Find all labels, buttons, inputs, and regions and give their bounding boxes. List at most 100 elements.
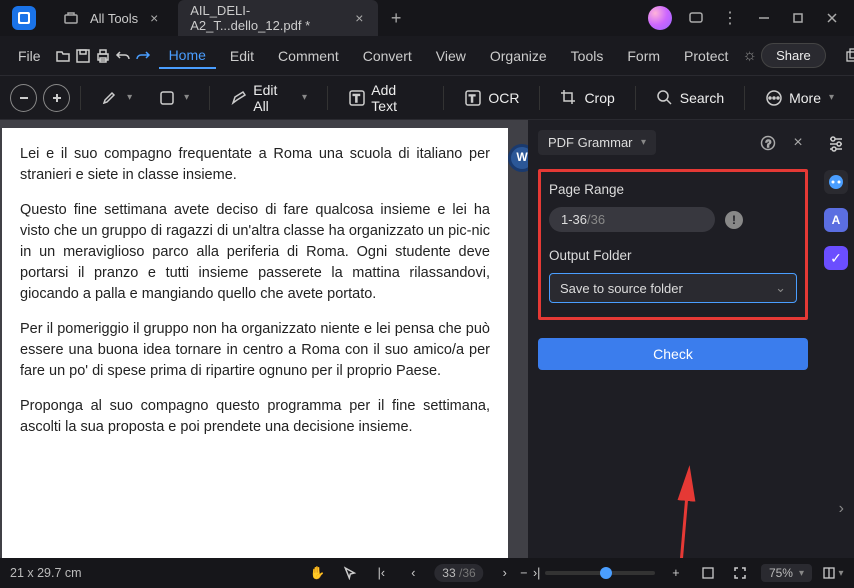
output-folder-select[interactable]: Save to source folder ⌄ — [549, 273, 797, 303]
tab-document[interactable]: AIL_DELI-A2_T...dello_12.pdf * × — [178, 0, 378, 36]
ocr-label: OCR — [488, 90, 519, 106]
menu-comment[interactable]: Comment — [268, 44, 349, 68]
collapse-panel-icon[interactable]: › — [839, 500, 844, 518]
panel-title: PDF Grammar Che — [548, 135, 635, 150]
page-number-input[interactable]: 33 /36 — [434, 564, 483, 582]
highlighted-settings: Page Range 1-36/36 ! Output Folder Save … — [538, 169, 808, 320]
statusbar: 21 x 29.7 cm ✋ |‹ ‹ 33 /36 › ›| − + 75%▾… — [0, 558, 854, 588]
prev-page-icon[interactable]: ‹ — [402, 562, 424, 584]
titlebar: All Tools × AIL_DELI-A2_T...dello_12.pdf… — [0, 0, 854, 36]
next-page-icon[interactable]: › — [494, 562, 516, 584]
menu-tools[interactable]: Tools — [561, 44, 614, 68]
select-tool-icon[interactable] — [338, 562, 360, 584]
minimize-icon[interactable] — [754, 8, 774, 28]
main-area: Lei e il suo compagno frequentate a Roma… — [0, 120, 854, 558]
paragraph: Lei e il suo compagno frequentate a Roma… — [20, 144, 490, 186]
menu-form[interactable]: Form — [617, 44, 670, 68]
page-range-label: Page Range — [549, 182, 797, 197]
check-button[interactable]: Check — [538, 338, 808, 370]
close-panel-icon[interactable]: × — [788, 133, 808, 153]
document-viewport[interactable]: Lei e il suo compagno frequentate a Roma… — [0, 120, 528, 558]
crop-label: Crop — [584, 90, 614, 106]
paragraph: Per il pomeriggio il gruppo non ha organ… — [20, 319, 490, 382]
svg-text:?: ? — [766, 139, 772, 150]
translate-icon[interactable]: A — [824, 208, 848, 232]
panel-header: PDF Grammar Che ▾ ? × — [538, 130, 808, 155]
right-rail: A ✓ — [818, 120, 854, 558]
settings-sliders-icon[interactable] — [824, 132, 848, 156]
share-button[interactable]: Share — [761, 43, 826, 68]
menu-edit[interactable]: Edit — [220, 44, 264, 68]
output-folder-label: Output Folder — [549, 248, 797, 263]
menu-home[interactable]: Home — [159, 43, 216, 69]
close-icon[interactable]: × — [352, 10, 366, 26]
ocr-button[interactable]: T OCR — [454, 84, 529, 112]
chevron-down-icon: ▾ — [641, 137, 646, 148]
word-export-icon[interactable]: W — [508, 144, 528, 172]
save-icon[interactable] — [75, 45, 91, 67]
menu-file[interactable]: File — [8, 44, 51, 68]
pdf-page: Lei e il suo compagno frequentate a Roma… — [2, 128, 508, 558]
page-dimensions: 21 x 29.7 cm — [10, 566, 82, 580]
chat-icon[interactable] — [686, 8, 706, 28]
open-icon[interactable] — [55, 45, 71, 67]
search-button[interactable]: Search — [646, 84, 734, 112]
hand-tool-icon[interactable]: ✋ — [306, 562, 328, 584]
check-tool-icon[interactable]: ✓ — [824, 246, 848, 270]
kebab-menu-icon[interactable]: ⋮ — [720, 8, 740, 28]
batch-icon[interactable] — [842, 45, 854, 67]
redo-icon[interactable] — [135, 45, 151, 67]
shape-tool[interactable]: ▾ — [148, 84, 199, 112]
fullscreen-icon[interactable] — [729, 562, 751, 584]
annotation-arrow — [644, 465, 724, 558]
fit-page-icon[interactable] — [697, 562, 719, 584]
chevron-down-icon: ⌄ — [775, 280, 786, 296]
toolbox-icon — [60, 7, 82, 29]
output-folder-value: Save to source folder — [560, 281, 683, 296]
app-logo — [12, 6, 36, 30]
menu-protect[interactable]: Protect — [674, 44, 738, 68]
print-icon[interactable] — [95, 45, 111, 67]
zoom-in-icon[interactable]: + — [665, 562, 687, 584]
zoom-dropdown[interactable]: 75%▾ — [761, 564, 812, 582]
edit-all-button[interactable]: Edit All▾ — [220, 77, 317, 119]
first-page-icon[interactable]: |‹ — [370, 562, 392, 584]
toolbar: ▾ ▾ Edit All▾ T Add Text T OCR Crop Search… — [0, 76, 854, 120]
tab-all-tools[interactable]: All Tools × — [48, 0, 174, 36]
paragraph: Questo fine settimana avete deciso di fa… — [20, 200, 490, 305]
close-icon[interactable]: × — [146, 10, 162, 26]
ai-chat-icon[interactable] — [824, 170, 848, 194]
tab-label: All Tools — [90, 11, 138, 26]
menu-organize[interactable]: Organize — [480, 44, 557, 68]
svg-text:T: T — [353, 93, 360, 105]
zoom-in-button[interactable] — [43, 84, 70, 112]
menu-convert[interactable]: Convert — [353, 44, 422, 68]
more-button[interactable]: More▾ — [755, 84, 844, 112]
crop-button[interactable]: Crop — [550, 84, 624, 112]
zoom-out-button[interactable] — [10, 84, 37, 112]
search-label: Search — [680, 90, 724, 106]
view-mode-icon[interactable]: ▾ — [822, 562, 844, 584]
warning-icon[interactable]: ! — [725, 211, 743, 229]
close-window-icon[interactable] — [822, 8, 842, 28]
panel-title-dropdown[interactable]: PDF Grammar Che ▾ — [538, 130, 656, 155]
svg-text:T: T — [469, 94, 475, 105]
help-icon[interactable]: ? — [758, 133, 778, 153]
zoom-slider[interactable] — [545, 571, 655, 575]
menubar: File Home Edit Comment Convert View Orga… — [0, 36, 854, 76]
highlighter-tool[interactable]: ▾ — [91, 84, 142, 112]
menu-view[interactable]: View — [426, 44, 476, 68]
maximize-icon[interactable] — [788, 8, 808, 28]
undo-icon[interactable] — [115, 45, 131, 67]
page-range-total: /36 — [587, 212, 605, 227]
lightbulb-icon[interactable]: ☼ — [742, 45, 757, 67]
edit-all-label: Edit All — [253, 82, 294, 114]
add-text-label: Add Text — [371, 82, 423, 114]
user-avatar[interactable] — [648, 6, 672, 30]
page-range-value: 1-36 — [561, 212, 587, 227]
more-label: More — [789, 90, 821, 106]
tab-label: AIL_DELI-A2_T...dello_12.pdf * — [190, 3, 344, 33]
page-range-input[interactable]: 1-36/36 — [549, 207, 715, 232]
add-text-button[interactable]: T Add Text — [338, 77, 433, 119]
add-tab-button[interactable]: + — [382, 4, 410, 32]
